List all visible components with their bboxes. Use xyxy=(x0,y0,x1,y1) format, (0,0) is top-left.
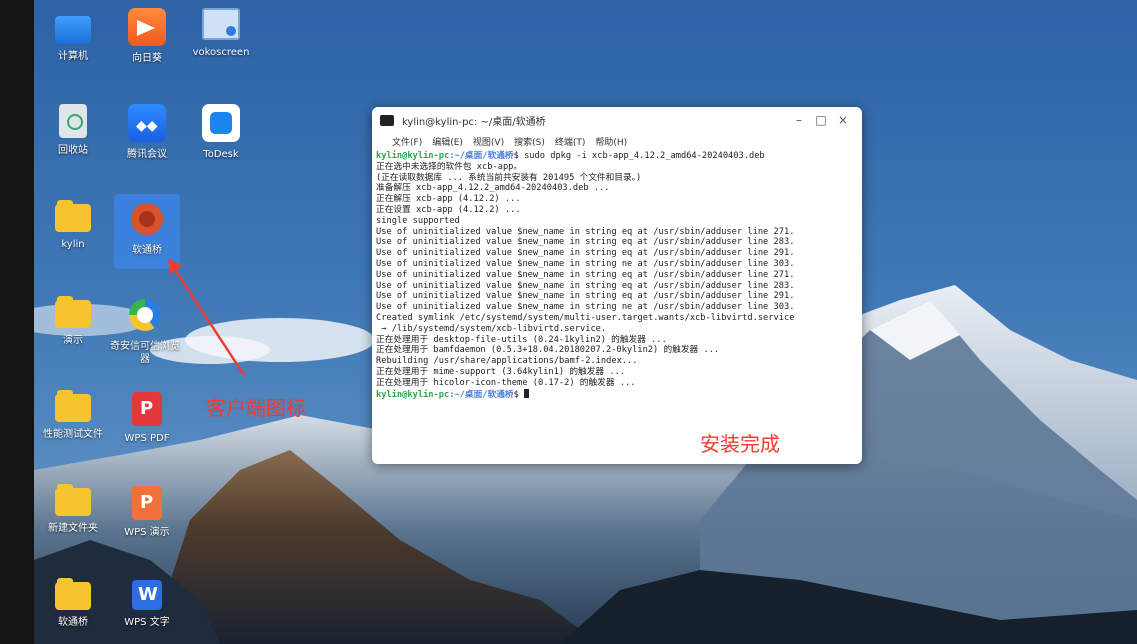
output-line: Use of uninitialized value $new_name in … xyxy=(376,226,795,237)
terminal-titlebar[interactable]: kylin@kylin-pc: ~/桌面/软通桥 – □ × xyxy=(372,107,862,133)
minimize-button[interactable]: – xyxy=(788,113,810,127)
desktop-icon-kylin-folder[interactable]: kylin xyxy=(36,198,110,251)
desktop-icon-label: vokoscreen xyxy=(192,47,250,58)
tencent-meeting-icon: ◆◆ xyxy=(128,104,166,142)
output-line: 正在设置 xcb-app (4.12.2) ... xyxy=(376,204,521,215)
browser-icon xyxy=(126,296,164,334)
desktop-icon-perf-folder[interactable]: 性能测试文件 xyxy=(36,388,110,441)
desktop-icon-label: 性能测试文件 xyxy=(43,429,103,440)
output-line: Rebuilding /usr/share/applications/bamf-… xyxy=(376,356,638,367)
output-line: Use of uninitialized value $new_name in … xyxy=(376,237,795,248)
desktop-icon-wps-writer[interactable]: W WPS 文字 xyxy=(110,580,184,629)
desktop-icon-label: 回收站 xyxy=(58,145,88,156)
ruantongqiao-icon xyxy=(128,200,166,238)
desktop-icon-label: WPS 演示 xyxy=(124,527,170,538)
wps-pdf-icon: P xyxy=(132,392,162,426)
close-button[interactable]: × xyxy=(832,113,854,127)
left-panel-strip xyxy=(0,0,34,644)
prompt-symbol: $ xyxy=(513,389,525,400)
output-line: 正在处理用于 bamfdaemon (0.5.3+18.04.20180207.… xyxy=(376,345,720,356)
output-line: Use of uninitialized value $new_name in … xyxy=(376,248,795,259)
desktop-icon-wps-pdf[interactable]: P WPS PDF xyxy=(110,392,184,445)
output-line: 正在处理用于 hicolor-icon-theme (0.17-2) 的触发器 … xyxy=(376,377,636,388)
desktop-icon-label: 演示 xyxy=(63,335,83,346)
output-line: Use of uninitialized value $new_name in … xyxy=(376,302,795,313)
desktop-icon-computer[interactable]: 计算机 xyxy=(36,12,110,63)
output-line: → /lib/systemd/system/xcb-libvirtd.servi… xyxy=(376,323,607,334)
menu-search[interactable]: 搜索(S) xyxy=(514,135,545,149)
desktop-icon-ruantongqiao-folder[interactable]: 软通桥 xyxy=(36,576,110,629)
trash-icon xyxy=(59,104,87,138)
output-line: Use of uninitialized value $new_name in … xyxy=(376,269,795,280)
output-line: (正在读取数据库 ... 系统当前共安装有 201495 个文件和目录。) xyxy=(376,172,642,183)
output-line: Use of uninitialized value $new_name in … xyxy=(376,258,795,269)
desktop-icon-label: 向日葵 xyxy=(132,53,162,64)
desktop-icon-wps-presentation[interactable]: P WPS 演示 xyxy=(110,486,184,539)
folder-icon xyxy=(55,578,91,610)
annotation-arrow xyxy=(168,259,246,376)
desktop-icon-label: WPS 文字 xyxy=(124,617,170,628)
prompt-symbol: $ xyxy=(513,151,525,161)
wps-writer-icon: W xyxy=(132,580,162,610)
output-line: 正在解压 xcb-app (4.12.2) ... xyxy=(376,194,521,205)
wps-presentation-icon: P xyxy=(132,486,162,520)
terminal-console[interactable]: kylin@kylin-pc:~/桌面/软通桥$ sudo dpkg -i xc… xyxy=(372,151,862,400)
desktop-icon-label: 腾讯会议 xyxy=(127,149,167,160)
folder-icon xyxy=(55,484,91,516)
command-line: kylin@kylin-pc:~/桌面/软通桥$ sudo dpkg -i xc… xyxy=(376,151,858,162)
desktop-icon-label: WPS PDF xyxy=(124,433,170,444)
desktop-icon-label: 新建文件夹 xyxy=(48,523,98,534)
folder-icon xyxy=(55,390,91,422)
folder-icon xyxy=(55,200,91,232)
desktop-icon-vokoscreen[interactable]: vokoscreen xyxy=(184,8,258,59)
output-line: Use of uninitialized value $new_name in … xyxy=(376,291,795,302)
folder-icon xyxy=(55,296,91,328)
desktop-icon-label: 计算机 xyxy=(58,51,88,62)
output-line: single supported xyxy=(376,215,460,226)
annotation-client-icon: 客户端图标 xyxy=(206,396,306,420)
menu-view[interactable]: 视图(V) xyxy=(473,135,504,149)
todesk-icon xyxy=(202,104,240,142)
menu-help[interactable]: 帮助(H) xyxy=(595,135,627,149)
sunflower-icon xyxy=(128,8,166,46)
text-cursor xyxy=(524,388,530,398)
output-line: Use of uninitialized value $new_name in … xyxy=(376,280,795,291)
maximize-button[interactable]: □ xyxy=(810,113,832,127)
prompt-path: :~/桌面/软通桥 xyxy=(449,151,514,161)
annotation-install-done: 安装完成 xyxy=(700,432,780,456)
menu-terminal[interactable]: 终端(T) xyxy=(555,135,586,149)
prompt-path: :~/桌面/软通桥 xyxy=(449,389,514,400)
computer-icon xyxy=(55,16,91,44)
output-line: 正在选中未选择的软件包 xcb-app。 xyxy=(376,161,523,172)
desktop-icon-label: 软通桥 xyxy=(58,617,88,628)
vokoscreen-icon xyxy=(202,8,240,40)
terminal-menubar: 文件(F) 编辑(E) 视图(V) 搜索(S) 终端(T) 帮助(H) xyxy=(372,133,862,151)
desktop-icon-todesk[interactable]: ToDesk xyxy=(184,104,258,161)
desktop-icon-trash[interactable]: 回收站 xyxy=(36,104,110,157)
terminal-window[interactable]: kylin@kylin-pc: ~/桌面/软通桥 – □ × 文件(F) 编辑(… xyxy=(372,107,862,464)
desktop-icon-new-folder[interactable]: 新建文件夹 xyxy=(36,482,110,535)
desktop-icon-demo-folder[interactable]: 演示 xyxy=(36,294,110,347)
desktop-icon-label: kylin xyxy=(61,239,85,250)
prompt-user: kylin@kylin-pc xyxy=(376,389,450,400)
prompt-user: kylin@kylin-pc xyxy=(376,151,450,161)
window-title: kylin@kylin-pc: ~/桌面/软通桥 xyxy=(402,116,546,128)
menu-file[interactable]: 文件(F) xyxy=(392,135,422,149)
output-line: Created symlink /etc/systemd/system/mult… xyxy=(376,312,795,323)
menu-edit[interactable]: 编辑(E) xyxy=(432,135,463,149)
output-line: 正在处理用于 mime-support (3.64kylin1) 的触发器 ..… xyxy=(376,366,626,377)
desktop-icon-label: ToDesk xyxy=(203,149,239,160)
command-text: sudo dpkg -i xcb-app_4.12.2_amd64-202404… xyxy=(524,151,765,161)
terminal-app-icon xyxy=(380,114,394,126)
desktop-icon-sunflower[interactable]: 向日葵 xyxy=(110,8,184,65)
output-line: 正在处理用于 desktop-file-utils (0.24-1kylin2)… xyxy=(376,334,667,345)
final-prompt-line: kylin@kylin-pc:~/桌面/软通桥$ xyxy=(376,388,858,401)
output-line: 准备解压 xcb-app_4.12.2_amd64-20240403.deb .… xyxy=(376,183,610,194)
desktop-icon-tencent-meeting[interactable]: ◆◆ 腾讯会议 xyxy=(110,104,184,161)
